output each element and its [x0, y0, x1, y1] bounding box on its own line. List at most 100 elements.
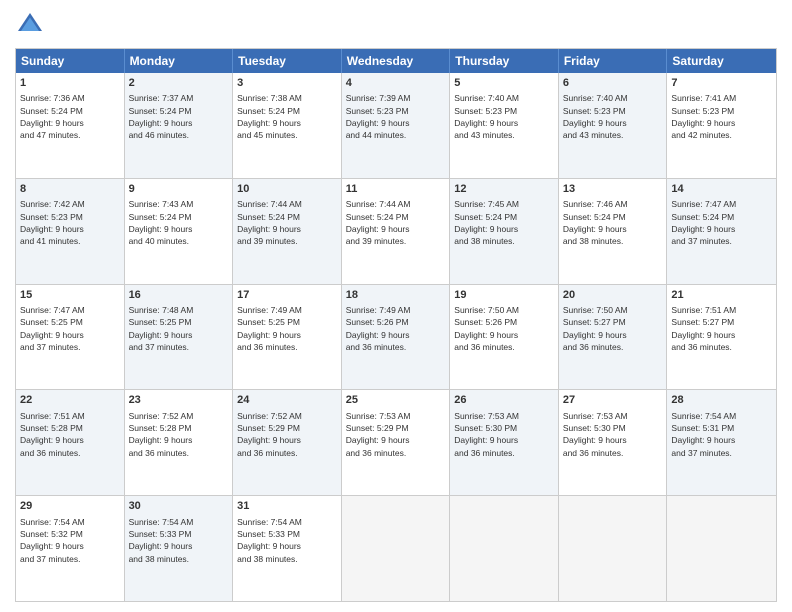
- day-info: Sunrise: 7:44 AM Sunset: 5:24 PM Dayligh…: [237, 198, 337, 247]
- day-cell-20: 20Sunrise: 7:50 AM Sunset: 5:27 PM Dayli…: [559, 285, 668, 390]
- day-info: Sunrise: 7:36 AM Sunset: 5:24 PM Dayligh…: [20, 92, 120, 141]
- day-number: 22: [20, 393, 120, 408]
- day-cell-29: 29Sunrise: 7:54 AM Sunset: 5:32 PM Dayli…: [16, 496, 125, 601]
- day-number: 19: [454, 288, 554, 303]
- day-cell-8: 8Sunrise: 7:42 AM Sunset: 5:23 PM Daylig…: [16, 179, 125, 284]
- calendar-row-1: 8Sunrise: 7:42 AM Sunset: 5:23 PM Daylig…: [16, 178, 776, 284]
- day-number: 31: [237, 499, 337, 514]
- day-info: Sunrise: 7:40 AM Sunset: 5:23 PM Dayligh…: [563, 92, 663, 141]
- day-number: 28: [671, 393, 772, 408]
- day-info: Sunrise: 7:50 AM Sunset: 5:27 PM Dayligh…: [563, 304, 663, 353]
- weekday-header-saturday: Saturday: [667, 49, 776, 73]
- day-cell-15: 15Sunrise: 7:47 AM Sunset: 5:25 PM Dayli…: [16, 285, 125, 390]
- day-info: Sunrise: 7:37 AM Sunset: 5:24 PM Dayligh…: [129, 92, 229, 141]
- day-number: 11: [346, 182, 446, 197]
- day-cell-25: 25 Sunrise: 7:53 AM Sunset: 5:29 PM Dayli…: [342, 390, 451, 495]
- day-info: Sunrise: 7:38 AM Sunset: 5:24 PM Dayligh…: [237, 92, 337, 141]
- weekday-header-monday: Monday: [125, 49, 234, 73]
- empty-cell: [667, 496, 776, 601]
- day-info: Sunrise: 7:49 AM Sunset: 5:25 PM Dayligh…: [237, 304, 337, 353]
- day-cell-22: 22 Sunrise: 7:51 AM Sunset: 5:28 PM Dayli…: [16, 390, 125, 495]
- empty-cell: [342, 496, 451, 601]
- calendar-row-4: 29Sunrise: 7:54 AM Sunset: 5:32 PM Dayli…: [16, 495, 776, 601]
- day-info: Sunrise: 7:48 AM Sunset: 5:25 PM Dayligh…: [129, 304, 229, 353]
- day-number: 14: [671, 182, 772, 197]
- day-cell-5: 5Sunrise: 7:40 AM Sunset: 5:23 PM Daylig…: [450, 73, 559, 178]
- day-cell-30: 30 Sunrise: 7:54 AM Sunset: 5:33 PM Dayli…: [125, 496, 234, 601]
- day-info: Sunrise: 7:54 AM Sunset: 5:31 PM Dayligh…: [671, 410, 772, 459]
- day-number: 23: [129, 393, 229, 408]
- day-info: Sunrise: 7:45 AM Sunset: 5:24 PM Dayligh…: [454, 198, 554, 247]
- day-cell-28: 28 Sunrise: 7:54 AM Sunset: 5:31 PM Dayli…: [667, 390, 776, 495]
- day-number: 24: [237, 393, 337, 408]
- weekday-header-sunday: Sunday: [16, 49, 125, 73]
- weekday-header-thursday: Thursday: [450, 49, 559, 73]
- day-cell-9: 9Sunrise: 7:43 AM Sunset: 5:24 PM Daylig…: [125, 179, 234, 284]
- day-cell-14: 14Sunrise: 7:47 AM Sunset: 5:24 PM Dayli…: [667, 179, 776, 284]
- day-info: Sunrise: 7:54 AM Sunset: 5:33 PM Dayligh…: [129, 516, 229, 565]
- day-number: 18: [346, 288, 446, 303]
- logo-icon: [15, 10, 45, 40]
- day-number: 6: [563, 76, 663, 91]
- day-info: Sunrise: 7:52 AM Sunset: 5:28 PM Dayligh…: [129, 410, 229, 459]
- day-info: Sunrise: 7:47 AM Sunset: 5:24 PM Dayligh…: [671, 198, 772, 247]
- day-cell-10: 10Sunrise: 7:44 AM Sunset: 5:24 PM Dayli…: [233, 179, 342, 284]
- day-cell-2: 2Sunrise: 7:37 AM Sunset: 5:24 PM Daylig…: [125, 73, 234, 178]
- day-info: Sunrise: 7:54 AM Sunset: 5:33 PM Dayligh…: [237, 516, 337, 565]
- day-number: 21: [671, 288, 772, 303]
- day-info: Sunrise: 7:50 AM Sunset: 5:26 PM Dayligh…: [454, 304, 554, 353]
- day-info: Sunrise: 7:40 AM Sunset: 5:23 PM Dayligh…: [454, 92, 554, 141]
- day-cell-12: 12Sunrise: 7:45 AM Sunset: 5:24 PM Dayli…: [450, 179, 559, 284]
- calendar-row-0: 1Sunrise: 7:36 AM Sunset: 5:24 PM Daylig…: [16, 73, 776, 178]
- day-number: 16: [129, 288, 229, 303]
- day-info: Sunrise: 7:51 AM Sunset: 5:27 PM Dayligh…: [671, 304, 772, 353]
- day-number: 30: [129, 499, 229, 514]
- day-cell-3: 3Sunrise: 7:38 AM Sunset: 5:24 PM Daylig…: [233, 73, 342, 178]
- day-info: Sunrise: 7:43 AM Sunset: 5:24 PM Dayligh…: [129, 198, 229, 247]
- day-info: Sunrise: 7:53 AM Sunset: 5:29 PM Dayligh…: [346, 410, 446, 459]
- empty-cell: [450, 496, 559, 601]
- day-number: 26: [454, 393, 554, 408]
- day-info: Sunrise: 7:51 AM Sunset: 5:28 PM Dayligh…: [20, 410, 120, 459]
- day-cell-23: 23 Sunrise: 7:52 AM Sunset: 5:28 PM Dayli…: [125, 390, 234, 495]
- day-info: Sunrise: 7:42 AM Sunset: 5:23 PM Dayligh…: [20, 198, 120, 247]
- day-cell-31: 31 Sunrise: 7:54 AM Sunset: 5:33 PM Dayli…: [233, 496, 342, 601]
- day-cell-6: 6Sunrise: 7:40 AM Sunset: 5:23 PM Daylig…: [559, 73, 668, 178]
- day-cell-4: 4Sunrise: 7:39 AM Sunset: 5:23 PM Daylig…: [342, 73, 451, 178]
- day-number: 3: [237, 76, 337, 91]
- calendar: SundayMondayTuesdayWednesdayThursdayFrid…: [15, 48, 777, 602]
- day-info: Sunrise: 7:39 AM Sunset: 5:23 PM Dayligh…: [346, 92, 446, 141]
- day-cell-27: 27 Sunrise: 7:53 AM Sunset: 5:30 PM Dayli…: [559, 390, 668, 495]
- day-cell-16: 16Sunrise: 7:48 AM Sunset: 5:25 PM Dayli…: [125, 285, 234, 390]
- day-number: 2: [129, 76, 229, 91]
- day-number: 25: [346, 393, 446, 408]
- header: [15, 10, 777, 40]
- day-info: Sunrise: 7:41 AM Sunset: 5:23 PM Dayligh…: [671, 92, 772, 141]
- day-info: Sunrise: 7:53 AM Sunset: 5:30 PM Dayligh…: [563, 410, 663, 459]
- day-number: 7: [671, 76, 772, 91]
- empty-cell: [559, 496, 668, 601]
- day-number: 1: [20, 76, 120, 91]
- day-number: 15: [20, 288, 120, 303]
- logo: [15, 10, 49, 40]
- day-info: Sunrise: 7:54 AM Sunset: 5:32 PM Dayligh…: [20, 516, 120, 565]
- calendar-header: SundayMondayTuesdayWednesdayThursdayFrid…: [16, 49, 776, 73]
- day-number: 17: [237, 288, 337, 303]
- day-cell-21: 21Sunrise: 7:51 AM Sunset: 5:27 PM Dayli…: [667, 285, 776, 390]
- calendar-row-3: 22 Sunrise: 7:51 AM Sunset: 5:28 PM Dayli…: [16, 389, 776, 495]
- day-cell-7: 7Sunrise: 7:41 AM Sunset: 5:23 PM Daylig…: [667, 73, 776, 178]
- day-number: 5: [454, 76, 554, 91]
- day-cell-26: 26 Sunrise: 7:53 AM Sunset: 5:30 PM Dayli…: [450, 390, 559, 495]
- day-info: Sunrise: 7:53 AM Sunset: 5:30 PM Dayligh…: [454, 410, 554, 459]
- day-number: 4: [346, 76, 446, 91]
- day-cell-17: 17Sunrise: 7:49 AM Sunset: 5:25 PM Dayli…: [233, 285, 342, 390]
- day-number: 27: [563, 393, 663, 408]
- day-number: 20: [563, 288, 663, 303]
- day-info: Sunrise: 7:52 AM Sunset: 5:29 PM Dayligh…: [237, 410, 337, 459]
- weekday-header-tuesday: Tuesday: [233, 49, 342, 73]
- day-number: 8: [20, 182, 120, 197]
- day-number: 9: [129, 182, 229, 197]
- day-info: Sunrise: 7:47 AM Sunset: 5:25 PM Dayligh…: [20, 304, 120, 353]
- day-info: Sunrise: 7:49 AM Sunset: 5:26 PM Dayligh…: [346, 304, 446, 353]
- day-cell-1: 1Sunrise: 7:36 AM Sunset: 5:24 PM Daylig…: [16, 73, 125, 178]
